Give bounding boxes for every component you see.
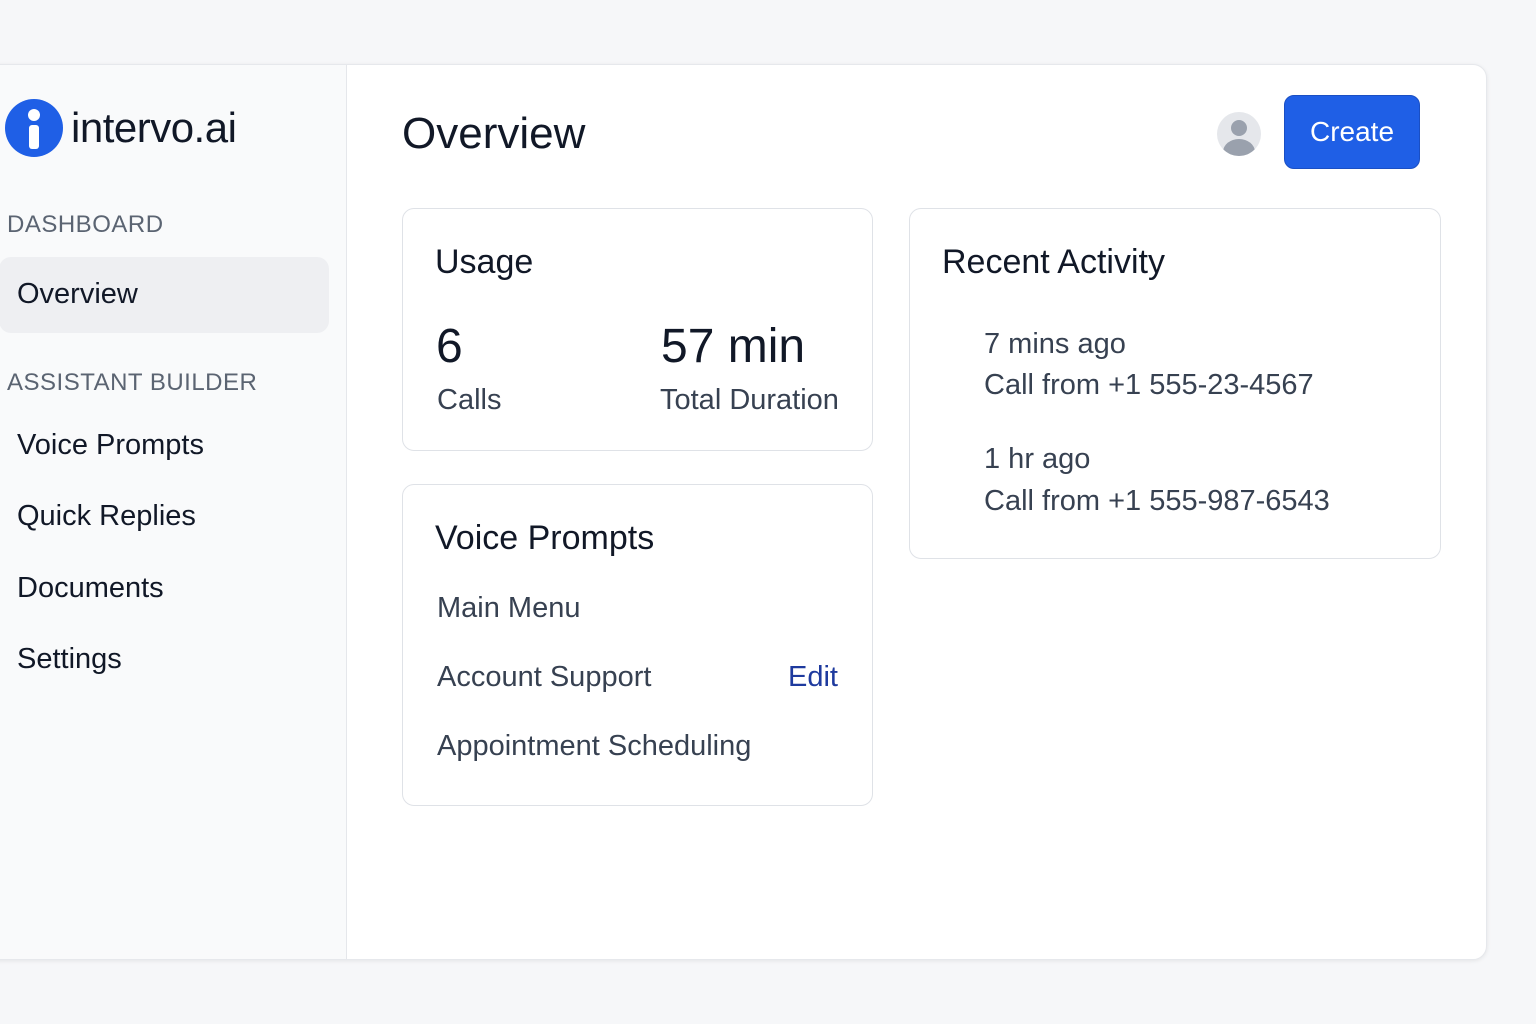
- sidebar-item-voice-prompts[interactable]: Voice Prompts: [17, 429, 204, 462]
- info-logo-icon: [5, 99, 63, 157]
- brand-logo[interactable]: intervo.ai: [5, 99, 237, 157]
- sidebar-item-documents[interactable]: Documents: [17, 572, 164, 605]
- calls-value: 6: [436, 320, 463, 373]
- app-window: intervo.ai DASHBOARD Overview ASSISTANT …: [0, 64, 1487, 960]
- recent-activity-card-title: Recent Activity: [942, 243, 1165, 281]
- sidebar-item-overview-label[interactable]: Overview: [17, 278, 138, 311]
- activity-description[interactable]: Call from +1 555-23-4567: [984, 369, 1314, 402]
- total-duration-value: 57 min: [661, 320, 806, 373]
- calls-label: Calls: [437, 384, 502, 416]
- prompt-item-main-menu[interactable]: Main Menu: [437, 592, 580, 625]
- main-content: Overview Create Usage 6 Calls 57 min Tot…: [347, 65, 1486, 959]
- usage-card: Usage 6 Calls 57 min Total Duration: [402, 208, 873, 451]
- voice-prompts-card: Voice Prompts Main Menu Account Support …: [402, 484, 873, 806]
- activity-description[interactable]: Call from +1 555-987-6543: [984, 485, 1330, 518]
- prompt-item-account-support[interactable]: Account Support: [437, 661, 651, 694]
- create-button[interactable]: Create: [1284, 95, 1420, 169]
- section-label-assistant-builder: ASSISTANT BUILDER: [7, 369, 258, 396]
- page-title: Overview: [402, 109, 586, 158]
- total-duration-label: Total Duration: [660, 384, 839, 416]
- sidebar-item-settings[interactable]: Settings: [17, 643, 122, 676]
- section-label-dashboard: DASHBOARD: [7, 211, 164, 238]
- activity-time: 1 hr ago: [984, 443, 1091, 475]
- voice-prompts-card-title: Voice Prompts: [435, 519, 655, 557]
- activity-time: 7 mins ago: [984, 328, 1126, 360]
- brand-name: intervo.ai: [71, 104, 237, 151]
- prompt-item-appointment-scheduling[interactable]: Appointment Scheduling: [437, 730, 751, 763]
- recent-activity-card: Recent Activity 7 mins ago Call from +1 …: [909, 208, 1441, 559]
- edit-link[interactable]: Edit: [788, 661, 838, 694]
- sidebar-item-quick-replies[interactable]: Quick Replies: [17, 500, 196, 533]
- usage-card-title: Usage: [435, 243, 534, 281]
- sidebar: intervo.ai DASHBOARD Overview ASSISTANT …: [0, 65, 347, 959]
- user-avatar-icon[interactable]: [1217, 112, 1261, 156]
